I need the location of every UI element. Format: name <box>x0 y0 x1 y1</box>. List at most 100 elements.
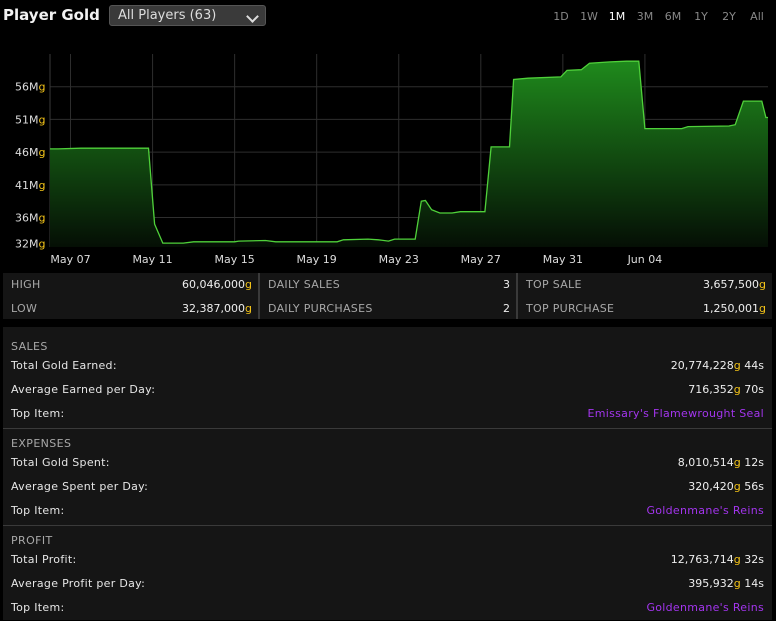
range-1y-button[interactable]: 1Y <box>687 10 715 23</box>
range-all-button[interactable]: All <box>743 10 771 23</box>
profit-avg-gold: 395,932 <box>688 577 734 590</box>
gold-unit: g <box>733 553 741 566</box>
player-filter-value: All Players (63) <box>118 8 217 23</box>
stat-high-value: 60,046,000 <box>182 278 246 291</box>
time-range-selector: 1D 1W 1M 3M 6M 1Y 2Y All <box>547 10 771 23</box>
profit-avg-silver: 14 <box>744 577 759 590</box>
y-tick-label: 51Mg <box>15 113 45 126</box>
range-2y-button[interactable]: 2Y <box>715 10 743 23</box>
gold-unit: g <box>759 278 766 291</box>
profit-title: PROFIT <box>11 534 53 547</box>
expenses-avg-gold: 320,420 <box>688 480 734 493</box>
y-tick-label: 56Mg <box>15 81 45 94</box>
stat-daily-purchases-label: DAILY PURCHASES <box>268 302 373 315</box>
gold-unit: g <box>733 383 741 396</box>
expenses-total-label: Total Gold Spent: <box>11 456 110 469</box>
stat-daily-sales-label: DAILY SALES <box>268 278 341 291</box>
profit-top-label: Top Item: <box>11 601 65 614</box>
x-tick-label: May 19 <box>297 253 337 266</box>
range-3m-button[interactable]: 3M <box>631 10 659 23</box>
range-6m-button[interactable]: 6M <box>659 10 687 23</box>
profit-total-label: Total Profit: <box>11 553 77 566</box>
profit-avg-label: Average Profit per Day: <box>11 577 146 590</box>
stat-low: LOW 32,387,000g <box>11 302 252 322</box>
profit-top-row: Top Item: Goldenmane's Reins <box>11 601 764 621</box>
x-tick-label: May 31 <box>543 253 583 266</box>
expenses-section: EXPENSES Total Gold Spent: 8,010,514g 12… <box>3 424 772 524</box>
x-tick-label: Jun 04 <box>627 253 663 266</box>
stat-top-purchase-label: TOP PURCHASE <box>526 302 615 315</box>
header-bar: Player Gold All Players (63) 1D 1W 1M 3M… <box>0 0 776 32</box>
sales-top-label: Top Item: <box>11 407 65 420</box>
gold-chart-svg: 56Mg 51Mg 46Mg 41Mg 36Mg 32Mg May 07 May 11 May… <box>15 54 768 266</box>
profit-top-item-link[interactable]: Goldenmane's Reins <box>646 601 764 614</box>
silver-unit: s <box>758 480 764 493</box>
stat-daily-purchases-value: 2 <box>503 302 510 315</box>
range-1d-button[interactable]: 1D <box>547 10 575 23</box>
expenses-total-row: Total Gold Spent: 8,010,514g 12s <box>11 456 764 476</box>
stat-low-label: LOW <box>11 302 38 315</box>
stats-col-range: HIGH 60,046,000g LOW 32,387,000g <box>3 273 258 319</box>
stat-top-sale-label: TOP SALE <box>526 278 582 291</box>
stats-col-top: TOP SALE 3,657,500g TOP PURCHASE 1,250,0… <box>518 273 772 319</box>
y-tick-label: 36Mg <box>15 212 45 225</box>
gold-unit: g <box>759 302 766 315</box>
sales-avg-row: Average Earned per Day: 716,352g 70s <box>11 383 764 403</box>
sales-avg-label: Average Earned per Day: <box>11 383 156 396</box>
expenses-title: EXPENSES <box>11 437 72 450</box>
stat-top-sale: TOP SALE 3,657,500g <box>526 278 766 298</box>
gold-unit: g <box>733 456 741 469</box>
profit-total-gold: 12,763,714 <box>670 553 734 566</box>
stat-top-sale-value: 3,657,500 <box>703 278 760 291</box>
page-title: Player Gold <box>3 6 100 24</box>
player-filter-select[interactable]: All Players (63) <box>109 5 266 26</box>
stat-daily-sales: DAILY SALES 3 <box>268 278 510 298</box>
sales-total-row: Total Gold Earned: 20,774,228g 44s <box>11 359 764 379</box>
chevron-down-icon <box>246 10 259 23</box>
range-1w-button[interactable]: 1W <box>575 10 603 23</box>
expenses-top-item-link[interactable]: Goldenmane's Reins <box>646 504 764 517</box>
sales-avg-silver: 70 <box>744 383 759 396</box>
x-tick-label: May 07 <box>50 253 90 266</box>
expenses-avg-label: Average Spent per Day: <box>11 480 149 493</box>
stat-low-value: 32,387,000 <box>182 302 246 315</box>
summary-panel: SALES Total Gold Earned: 20,774,228g 44s… <box>3 327 772 620</box>
gold-unit: g <box>733 480 741 493</box>
silver-unit: s <box>758 383 764 396</box>
stats-col-daily: DAILY SALES 3 DAILY PURCHASES 2 <box>260 273 516 319</box>
y-tick-label: 41Mg <box>15 179 45 192</box>
sales-title: SALES <box>11 340 48 353</box>
x-tick-label: May 27 <box>461 253 501 266</box>
expenses-top-label: Top Item: <box>11 504 65 517</box>
silver-unit: s <box>758 359 764 372</box>
profit-total-row: Total Profit: 12,763,714g 32s <box>11 553 764 573</box>
profit-total-silver: 32 <box>744 553 759 566</box>
gold-unit: g <box>733 359 741 372</box>
silver-unit: s <box>758 577 764 590</box>
sales-section: SALES Total Gold Earned: 20,774,228g 44s… <box>3 327 772 427</box>
gold-unit: g <box>245 302 252 315</box>
expenses-total-gold: 8,010,514 <box>677 456 734 469</box>
y-tick-label: 46Mg <box>15 146 45 159</box>
gold-area <box>50 61 768 248</box>
sales-top-item-link[interactable]: Emissary's Flamewrought Seal <box>587 407 764 420</box>
expenses-total-silver: 12 <box>744 456 759 469</box>
sales-total-label: Total Gold Earned: <box>11 359 117 372</box>
stat-high-label: HIGH <box>11 278 41 291</box>
stat-daily-purchases: DAILY PURCHASES 2 <box>268 302 510 322</box>
x-tick-label: May 23 <box>379 253 419 266</box>
silver-unit: s <box>758 456 764 469</box>
expenses-avg-row: Average Spent per Day: 320,420g 56s <box>11 480 764 500</box>
gold-unit: g <box>733 577 741 590</box>
profit-section: PROFIT Total Profit: 12,763,714g 32s Ave… <box>3 521 772 620</box>
gold-chart[interactable]: 56Mg 51Mg 46Mg 41Mg 36Mg 32Mg May 07 May 11 May… <box>0 32 776 272</box>
stats-bar: HIGH 60,046,000g LOW 32,387,000g DAILY S… <box>3 273 772 319</box>
stat-daily-sales-value: 3 <box>503 278 510 291</box>
range-1m-button[interactable]: 1M <box>603 10 631 23</box>
profit-avg-row: Average Profit per Day: 395,932g 14s <box>11 577 764 597</box>
sales-total-silver: 44 <box>744 359 759 372</box>
stat-high: HIGH 60,046,000g <box>11 278 252 298</box>
silver-unit: s <box>758 553 764 566</box>
expenses-avg-silver: 56 <box>744 480 759 493</box>
stat-top-purchase-value: 1,250,001 <box>703 302 760 315</box>
